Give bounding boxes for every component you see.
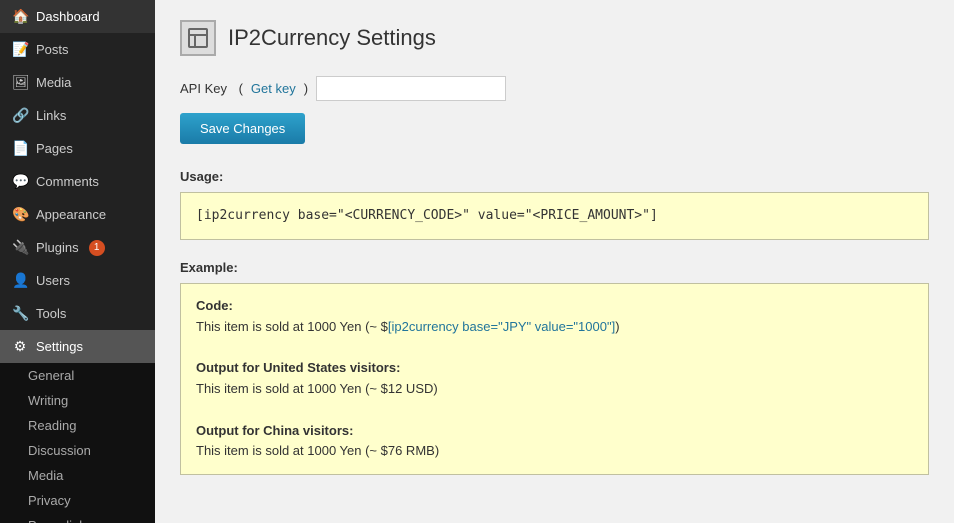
submenu-reading[interactable]: Reading	[0, 413, 155, 438]
settings-submenu: General Writing Reading Discussion Media…	[0, 363, 155, 523]
sidebar-item-media[interactable]: 🖼 Media	[0, 66, 155, 99]
sidebar: 🏠 Dashboard 📝 Posts 🖼 Media 🔗 Links 📄 Pa…	[0, 0, 155, 523]
sidebar-item-label: Comments	[36, 174, 99, 189]
get-key-link[interactable]: Get key	[251, 81, 296, 96]
output-us-label: Output for United States visitors:	[196, 360, 400, 375]
settings-icon: ⚙	[12, 338, 28, 355]
api-key-label: API Key	[180, 81, 227, 96]
dashboard-icon: 🏠	[12, 8, 28, 25]
plugin-icon	[180, 20, 216, 56]
links-icon: 🔗	[12, 107, 28, 124]
sidebar-item-label: Posts	[36, 42, 69, 57]
sidebar-item-pages[interactable]: 📄 Pages	[0, 132, 155, 165]
output-cn-label: Output for China visitors:	[196, 423, 353, 438]
submenu-general[interactable]: General	[0, 363, 155, 388]
posts-icon: 📝	[12, 41, 28, 58]
sidebar-item-label: Links	[36, 108, 66, 123]
submenu-media[interactable]: Media	[0, 463, 155, 488]
api-key-input[interactable]	[316, 76, 506, 101]
usage-label: Usage:	[180, 169, 929, 184]
sidebar-item-dashboard[interactable]: 🏠 Dashboard	[0, 0, 155, 33]
users-icon: 👤	[12, 272, 28, 289]
sidebar-item-settings[interactable]: ⚙ Settings	[0, 330, 155, 363]
comments-icon: 💬	[12, 173, 28, 190]
sidebar-item-label: Pages	[36, 141, 73, 156]
sidebar-item-label: Appearance	[36, 207, 106, 222]
sidebar-item-label: Settings	[36, 339, 83, 354]
output-us-section: Output for United States visitors: This …	[196, 358, 913, 400]
code-example-shortcode: [ip2currency base="JPY" value="1000"]	[388, 319, 615, 334]
save-changes-button[interactable]: Save Changes	[180, 113, 305, 144]
sidebar-item-tools[interactable]: 🔧 Tools	[0, 297, 155, 330]
example-code-section: Code: This item is sold at 1000 Yen (~ $…	[196, 296, 913, 338]
main-content: IP2Currency Settings API Key ( Get key )…	[155, 0, 954, 523]
sidebar-item-appearance[interactable]: 🎨 Appearance	[0, 198, 155, 231]
api-key-row: API Key ( Get key )	[180, 76, 929, 101]
plugins-badge: 1	[89, 240, 105, 256]
usage-shortcode: [ip2currency base="<CURRENCY_CODE>" valu…	[196, 208, 658, 223]
sidebar-item-posts[interactable]: 📝 Posts	[0, 33, 155, 66]
code-example-suffix: )	[615, 319, 619, 334]
sidebar-item-links[interactable]: 🔗 Links	[0, 99, 155, 132]
sidebar-item-label: Tools	[36, 306, 66, 321]
sidebar-item-comments[interactable]: 💬 Comments	[0, 165, 155, 198]
example-code-box: Code: This item is sold at 1000 Yen (~ $…	[180, 283, 929, 475]
sidebar-item-label: Users	[36, 273, 70, 288]
sidebar-item-label: Plugins	[36, 240, 79, 255]
sidebar-item-label: Dashboard	[36, 9, 100, 24]
output-cn-section: Output for China visitors: This item is …	[196, 421, 913, 463]
page-title: IP2Currency Settings	[228, 25, 436, 51]
sidebar-item-plugins[interactable]: 🔌 Plugins 1	[0, 231, 155, 264]
example-label: Example:	[180, 260, 929, 275]
submenu-discussion[interactable]: Discussion	[0, 438, 155, 463]
appearance-icon: 🎨	[12, 206, 28, 223]
code-example-prefix: This item is sold at 1000 Yen (~ $	[196, 319, 388, 334]
media-icon: 🖼	[12, 74, 28, 91]
plugins-icon: 🔌	[12, 239, 28, 256]
submenu-privacy[interactable]: Privacy	[0, 488, 155, 513]
output-us-value: This item is sold at 1000 Yen (~ $12 USD…	[196, 381, 438, 396]
sidebar-item-users[interactable]: 👤 Users	[0, 264, 155, 297]
output-cn-value: This item is sold at 1000 Yen (~ $76 RMB…	[196, 443, 439, 458]
submenu-writing[interactable]: Writing	[0, 388, 155, 413]
page-header: IP2Currency Settings	[180, 20, 929, 56]
pages-icon: 📄	[12, 140, 28, 157]
usage-code-box: [ip2currency base="<CURRENCY_CODE>" valu…	[180, 192, 929, 240]
submenu-permalinks[interactable]: Permalinks	[0, 513, 155, 523]
tools-icon: 🔧	[12, 305, 28, 322]
sidebar-item-label: Media	[36, 75, 71, 90]
code-label: Code:	[196, 298, 233, 313]
